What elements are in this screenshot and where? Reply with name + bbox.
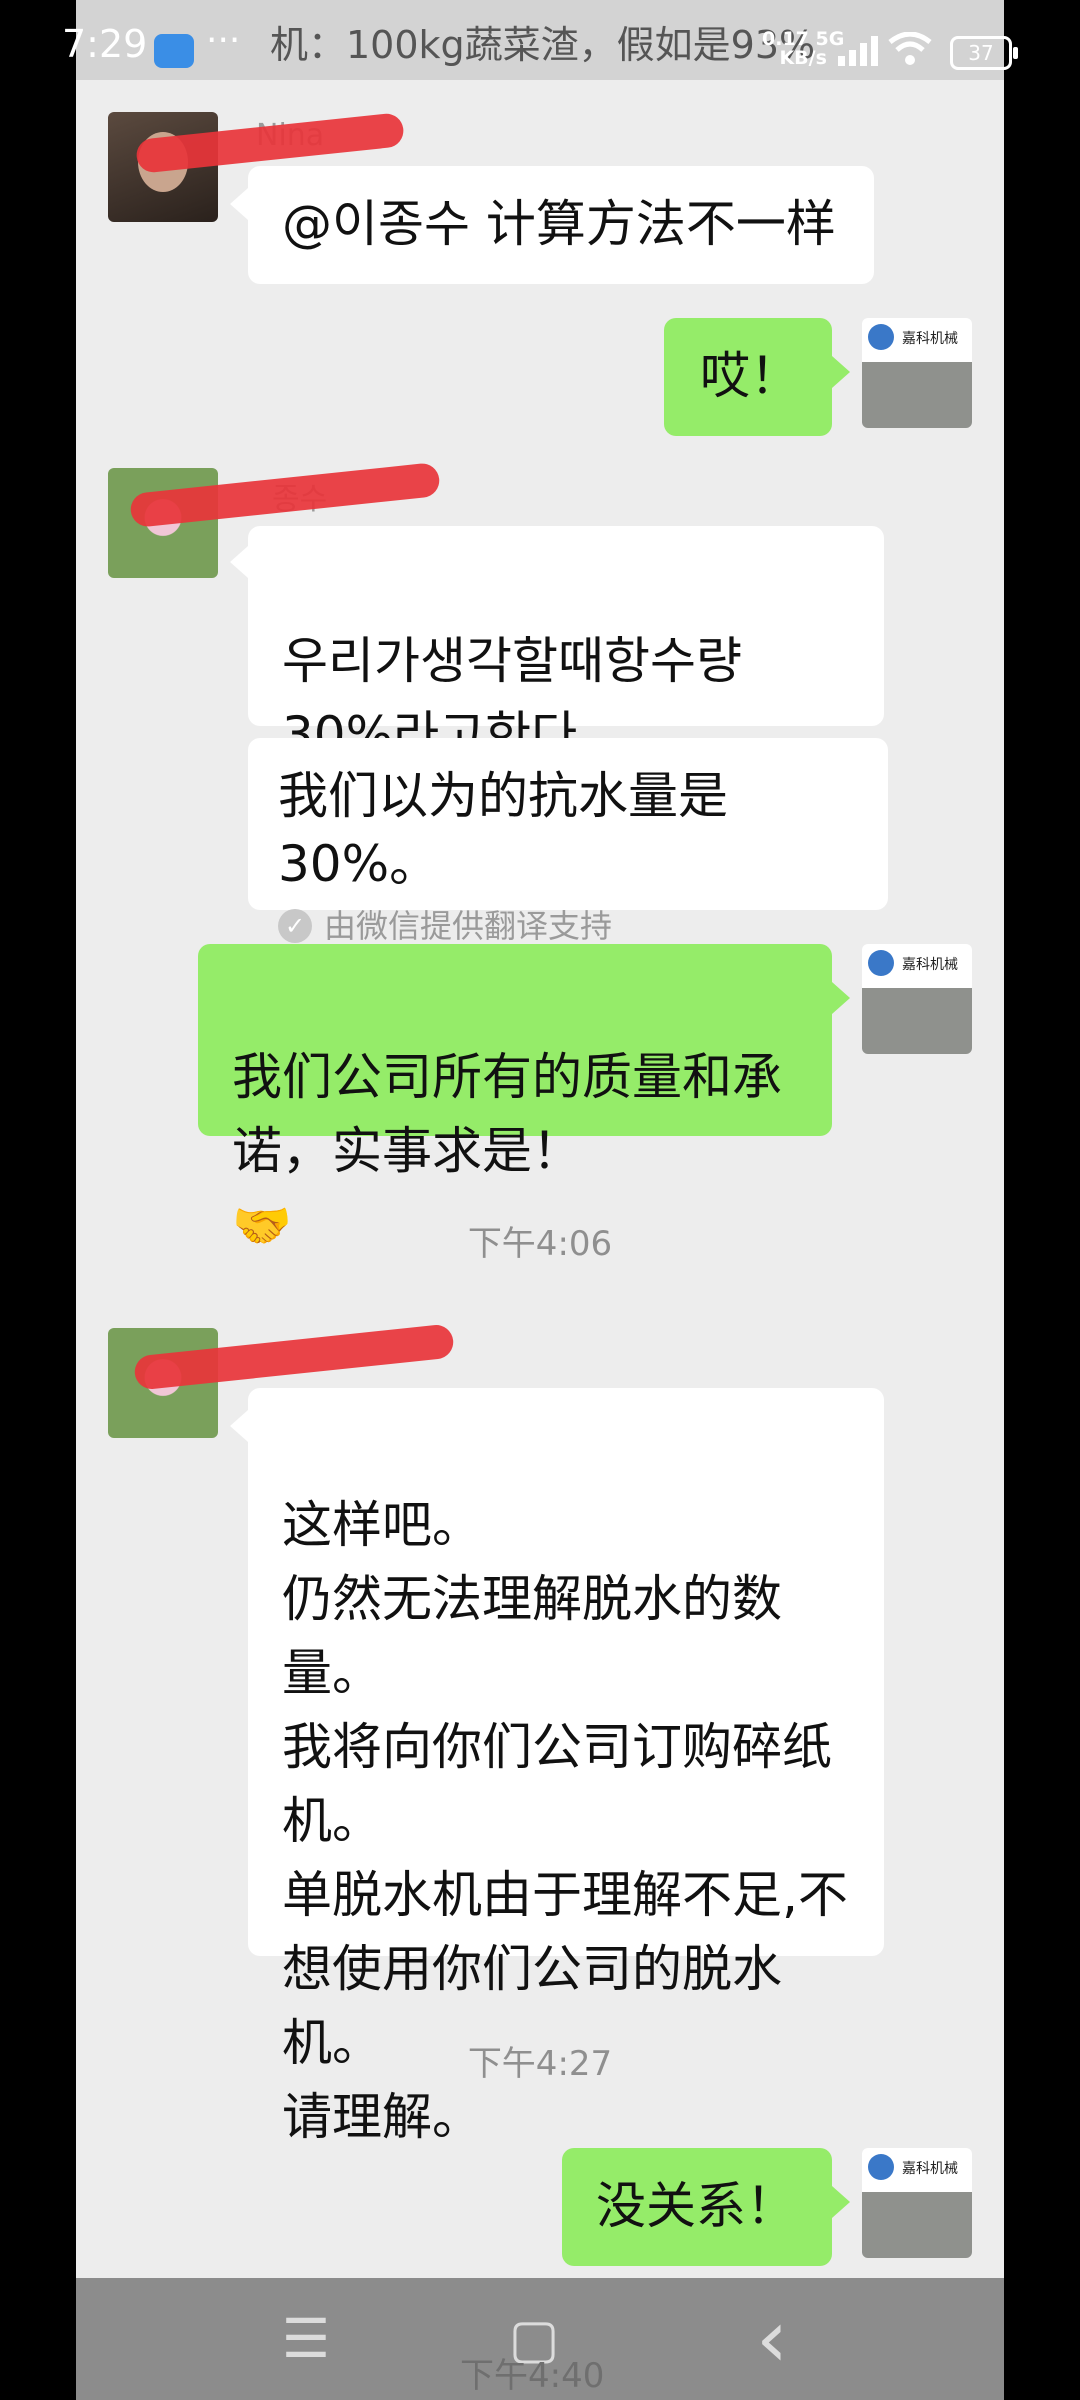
bubble-tail (832, 982, 850, 1014)
bubble-tail (832, 2186, 850, 2218)
message-bubble[interactable]: @이종수 计算方法不一样 (248, 166, 874, 284)
avatar-self[interactable]: 嘉科机械 (862, 2148, 972, 2258)
network-speed: 0.17 5G KB/s (762, 28, 845, 69)
logo-text: 嘉科机械 (902, 2161, 958, 2177)
back-icon[interactable]: ‹ (712, 2278, 832, 2400)
translation-attribution: ✓ 由微信提供翻译支持 (278, 906, 858, 946)
bubble-tail (230, 188, 248, 220)
status-bar: 7:29 ··· 机：100kg蔬菜渣，假如是93% 0.17 5G KB/s … (0, 0, 1080, 100)
message-bubble[interactable]: 这样吧。 仍然无法理解脱水的数量。 我将向你们公司订购碎纸 机。 单脱水机由于理… (248, 1388, 884, 2146)
notification-ticker: 机：100kg蔬菜渣，假如是93% (270, 23, 816, 67)
timestamp: 下午4:06 (467, 1224, 613, 1264)
battery-icon: 37 (950, 36, 1018, 70)
bubble-tail (230, 546, 248, 578)
translation-note: 由微信提供翻译支持 (324, 907, 613, 945)
message-bubble[interactable]: 没关系！ (562, 2148, 832, 2266)
timestamp: 下午4:27 (467, 2044, 613, 2084)
logo-mark-icon (868, 950, 894, 976)
avatar-self[interactable]: 嘉科机械 (862, 318, 972, 428)
message-text: 哎！ (700, 347, 800, 405)
menu-icon[interactable]: ☰ (246, 2278, 366, 2400)
message-bubble[interactable]: 우리가생각할때항수량 30%라고한다. (248, 526, 884, 764)
logo-mark-icon (868, 2154, 894, 2180)
bubble-tail (230, 1410, 248, 1442)
message-bubble[interactable]: 我们公司所有的质量和承 诺，实事求是！ 🤝 (198, 944, 832, 1254)
wifi-icon (888, 32, 932, 65)
translation-text: 我们以为的抗水量是30%。 (278, 767, 728, 893)
check-icon: ✓ (278, 909, 312, 943)
message-text: 我们公司所有的质量和承 诺，实事求是！ (232, 1048, 782, 1180)
bubble-tail (832, 356, 850, 388)
chat-screen: Nina @이종수 计算方法不一样 哎！ 嘉科机械 종수 우리가생각할때항수량 … (76, 0, 1004, 2400)
logo-text: 嘉科机械 (902, 957, 958, 973)
message-bubble[interactable]: 哎！ (664, 318, 832, 436)
translation-bubble[interactable]: 我们以为的抗水量是30%。 ✓ 由微信提供翻译支持 (248, 738, 888, 945)
clock: 7:29 (62, 22, 148, 66)
avatar-self[interactable]: 嘉科机械 (862, 944, 972, 1054)
message-text: 没关系！ (596, 2177, 796, 2235)
signal-icon (838, 36, 878, 66)
cloud-icon (154, 34, 194, 68)
more-notifications-icon: ··· (206, 20, 241, 61)
logo-mark-icon (868, 324, 894, 350)
message-text: @이종수 计算方法不一样 (282, 195, 836, 253)
timestamp-behind-nav: 下午4:40 (460, 2356, 605, 2396)
logo-text: 嘉科机械 (902, 331, 958, 347)
